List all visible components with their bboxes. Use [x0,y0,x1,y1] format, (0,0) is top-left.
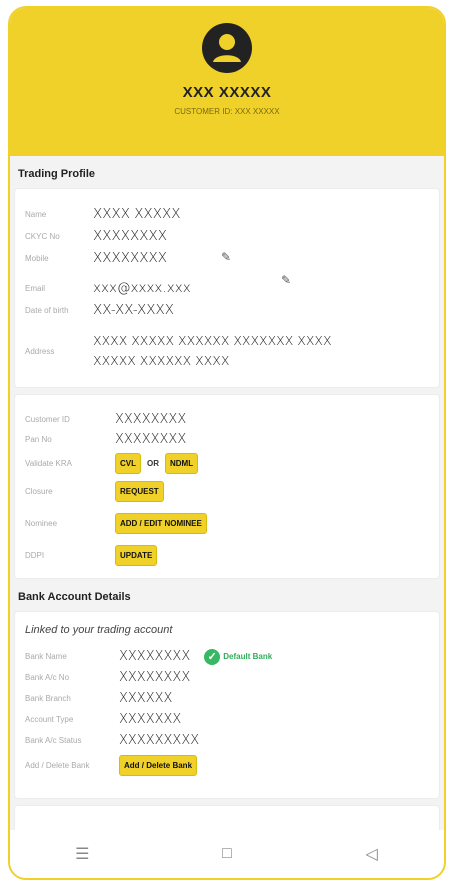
kra-label: Validate KRA [25,458,72,468]
dob-value: XX-XX-XXXX [93,302,175,318]
address-value: XXXX XXXXX XXXXXX XXXXXXX XXXX XXXXX XXX… [93,333,332,368]
row-branch: Bank Branch XXXXXX [15,688,439,709]
email-label: Email [25,283,46,293]
profile-row-mobile: Mobile XXXXXXXX ✎ [15,247,439,269]
home-square-icon[interactable]: □ [207,845,247,863]
nominee-label: Nominee [25,518,58,528]
name-value: XXXX XXXXX [93,206,181,222]
edit-mobile-pencil-icon[interactable]: ✎ [221,250,231,264]
ckyc-value: XXXXXXXX [93,228,167,244]
user-avatar-icon [202,23,252,73]
default-bank-text: Default Bank [223,652,273,661]
phone-frame: XXX XXXXX CUSTOMER ID: XXX XXXXX Trading… [8,6,446,880]
account-no-value: XXXXXXXX [119,670,191,685]
customer-id-field-label: Customer ID [25,414,70,424]
trading-profile-card: Name XXXX XXXXX CKYC No XXXXXXXX Mobile … [14,188,440,388]
row-ddpi: DDPI UPDATE [15,541,439,569]
check-circle-icon: ✓ [204,648,221,665]
row-closure: Closure REQUEST [15,477,439,505]
default-bank-badge: ✓ Default Bank [204,648,273,665]
row-validate-kra: Validate KRA CVL OR NDML [15,449,439,477]
mobile-value: XXXXXXXX [93,250,167,266]
linked-account-text: Linked to your trading account [25,624,173,636]
row-account-type: Account Type XXXXXXX [15,709,439,730]
profile-row-ckyc: CKYC No XXXXXXXX [15,225,439,247]
add-edit-nominee-button[interactable]: ADD / EDIT NOMINEE [115,512,207,534]
row-nominee: Nominee ADD / EDIT NOMINEE [15,509,439,537]
name-label: Name [25,209,47,219]
mobile-label: Mobile [25,253,49,263]
customer-name: XXX XXXXX [182,84,272,101]
row-account-no: Bank A/c No XXXXXXXX [15,667,439,688]
customer-id-value: XXX XXXXX [234,107,280,116]
account-no-label: Bank A/c No [25,673,70,682]
row-bank-name: Bank Name XXXXXXXX ✓ Default Bank [15,646,439,667]
ddpi-label: DDPI [25,550,45,560]
closure-label: Closure [25,486,53,496]
add-delete-bank-button[interactable]: Add / Delete Bank [119,754,198,776]
menu-icon[interactable]: ☰ [62,844,102,864]
customer-id-line: CUSTOMER ID: XXX XXXXX [10,107,444,116]
customer-id-label: CUSTOMER ID: [174,107,233,116]
add-delete-bank-label: Add / Delete Bank [25,760,90,770]
ckyc-label: CKYC No [25,231,60,241]
system-nav-bar: ☰ □ ◁ [10,830,444,878]
row-customer-id: Customer ID XXXXXXXX [15,409,439,429]
address-label: Address [25,346,55,356]
account-status-label: Bank A/c Status [25,736,82,745]
trading-profile-title: Trading Profile [18,168,96,180]
dob-label: Date of birth [25,305,69,315]
pan-value: XXXXXXXX [115,431,187,447]
closure-request-button[interactable]: REQUEST [115,480,164,502]
branch-value: XXXXXX [119,691,173,706]
profile-row-address: Address XXXX XXXXX XXXXXX XXXXXXX XXXX X… [15,327,439,375]
profile-row-name: Name XXXX XXXXX [15,203,439,225]
account-info-card: Customer ID XXXXXXXX Pan No XXXXXXXX Val… [14,394,440,579]
ddpi-update-button[interactable]: UPDATE [115,544,158,566]
bank-details-title: Bank Account Details [18,591,131,603]
branch-label: Bank Branch [25,694,71,703]
edit-email-pencil-icon[interactable]: ✎ [281,273,291,287]
row-pan: Pan No XXXXXXXX [15,429,439,449]
bank-name-label: Bank Name [25,652,67,661]
row-add-delete-bank: Add / Delete Bank Add / Delete Bank [15,751,439,779]
cvl-button[interactable]: CVL [115,452,141,474]
back-triangle-icon[interactable]: ◁ [352,844,392,864]
ndml-button[interactable]: NDML [165,452,199,474]
row-account-status: Bank A/c Status XXXXXXXXX [15,730,439,751]
bank-name-value: XXXXXXXX [119,649,191,664]
or-text: OR [147,458,159,468]
customer-id-field-value: XXXXXXXX [115,411,187,427]
account-type-label: Account Type [25,715,74,724]
account-type-value: XXXXXXX [119,712,182,727]
email-value: xxx@xxxx.xxx [93,280,191,296]
bank-details-card: Linked to your trading account Bank Name… [14,611,440,799]
profile-header: XXX XXXXX CUSTOMER ID: XXX XXXXX [10,8,444,156]
pan-label: Pan No [25,434,52,444]
profile-row-dob: Date of birth XX-XX-XXXX [15,299,439,321]
profile-row-email: Email xxx@xxxx.xxx ✎ [15,273,439,299]
account-status-value: XXXXXXXXX [119,733,200,748]
